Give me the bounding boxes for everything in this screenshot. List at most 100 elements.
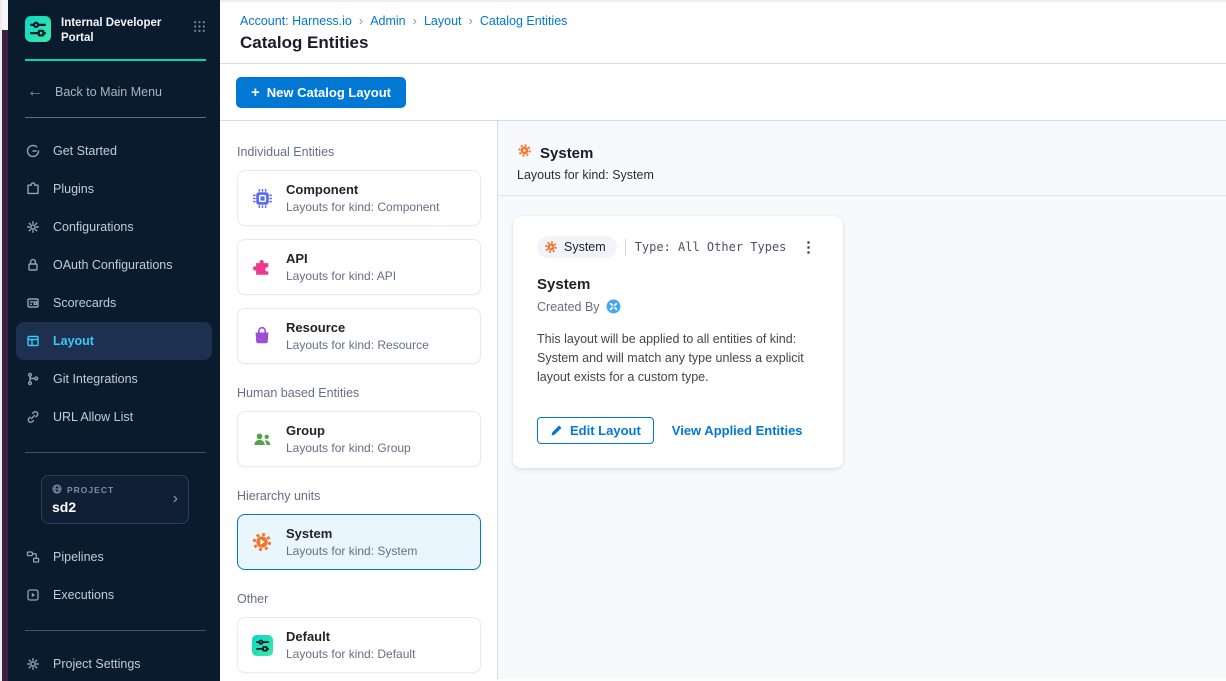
sidebar-item-get-started[interactable]: Get Started (8, 132, 220, 170)
sidebar-item-label: Pipelines (53, 550, 104, 564)
new-catalog-layout-label: New Catalog Layout (267, 85, 391, 100)
project-icon (52, 484, 62, 496)
back-label: Back to Main Menu (55, 85, 162, 99)
nav-grid-icon[interactable] (193, 20, 206, 36)
breadcrumb-admin[interactable]: Admin (370, 14, 405, 28)
entity-title: API (286, 251, 396, 266)
action-bar: + New Catalog Layout (220, 64, 1226, 121)
sidebar-item-label: Plugins (53, 182, 94, 196)
configurations-icon (25, 219, 41, 235)
window-edge (0, 0, 8, 681)
sidebar-item-label: Project Settings (53, 657, 141, 671)
entity-card-default[interactable]: Default Layouts for kind: Default (237, 617, 481, 673)
breadcrumb-separator: › (469, 13, 473, 28)
entity-subtitle: Layouts for kind: Group (286, 441, 411, 455)
get-started-icon (25, 143, 41, 159)
component-icon (251, 187, 273, 209)
system-gear-icon (517, 143, 532, 163)
plus-icon: + (251, 84, 260, 101)
detail-title: System (540, 145, 593, 162)
project-label: PROJECT (67, 485, 114, 495)
app-title: Internal Developer Portal (61, 16, 173, 46)
page-title: Catalog Entities (240, 33, 1226, 53)
sidebar-item-layout[interactable]: Layout (16, 322, 212, 360)
entity-subtitle: Layouts for kind: System (286, 544, 417, 558)
detail-subtitle: Layouts for kind: System (517, 168, 1226, 182)
entity-card-component[interactable]: Component Layouts for kind: Component (237, 170, 481, 226)
entity-title: Resource (286, 320, 429, 335)
breadcrumb-separator: › (359, 13, 363, 28)
group-label-human-based-entities: Human based Entities (237, 386, 481, 400)
layout-card: System Type: All Other Types ⋮ System Cr… (513, 216, 843, 468)
executions-icon (25, 587, 41, 603)
system-gear-icon (251, 531, 273, 553)
sidebar-settings-nav: Project Settings (8, 645, 220, 681)
sidebar-divider (25, 117, 206, 118)
gear-icon (25, 656, 41, 672)
pencil-icon (550, 424, 563, 437)
sidebar-item-label: Layout (53, 334, 94, 348)
created-by-label: Created By (537, 300, 600, 314)
kind-chip-label: System (564, 240, 606, 254)
lock-icon (25, 257, 41, 273)
kebab-menu-icon[interactable]: ⋮ (798, 240, 819, 255)
sidebar-item-url-allow-list[interactable]: URL Allow List (8, 398, 220, 436)
sidebar-item-label: Executions (53, 588, 114, 602)
vertical-divider (625, 238, 626, 256)
resource-icon (251, 325, 273, 347)
sidebar-header: Internal Developer Portal (8, 0, 220, 46)
entity-title: Component (286, 182, 439, 197)
sidebar-project-nav: Pipelines Executions (8, 538, 220, 614)
sidebar-item-pipelines[interactable]: Pipelines (8, 538, 220, 576)
breadcrumb: Account: Harness.io › Admin › Layout › C… (240, 13, 1226, 28)
breadcrumb-separator: › (413, 13, 417, 28)
sidebar-item-executions[interactable]: Executions (8, 576, 220, 614)
sidebar-item-label: URL Allow List (53, 410, 133, 424)
sidebar-item-git-integrations[interactable]: Git Integrations (8, 360, 220, 398)
view-applied-entities-link[interactable]: View Applied Entities (672, 423, 803, 438)
breadcrumb-layout[interactable]: Layout (424, 14, 462, 28)
group-icon (251, 428, 273, 450)
new-catalog-layout-button[interactable]: + New Catalog Layout (236, 77, 406, 108)
sidebar-item-scorecards[interactable]: Scorecards (8, 284, 220, 322)
harness-avatar-icon (606, 299, 621, 314)
sidebar-divider (25, 452, 206, 453)
sidebar-item-label: Scorecards (53, 296, 116, 310)
main-area: Account: Harness.io › Admin › Layout › C… (220, 0, 1226, 681)
scorecards-icon (25, 295, 41, 311)
sidebar-item-label: OAuth Configurations (53, 258, 173, 272)
edit-layout-button[interactable]: Edit Layout (537, 417, 654, 444)
entity-list: Individual Entities Component Layouts fo… (220, 121, 498, 679)
pipelines-icon (25, 549, 41, 565)
project-selector[interactable]: PROJECT sd2 › (41, 475, 189, 524)
entity-title: System (286, 526, 417, 541)
plugins-icon (25, 181, 41, 197)
sidebar-item-label: Get Started (53, 144, 117, 158)
back-arrow-icon: ← (27, 83, 43, 101)
back-to-main-menu[interactable]: ← Back to Main Menu (8, 61, 220, 101)
edit-layout-label: Edit Layout (570, 423, 641, 438)
sidebar-item-label: Configurations (53, 220, 134, 234)
entity-card-group[interactable]: Group Layouts for kind: Group (237, 411, 481, 467)
detail-panel: System Layouts for kind: System (498, 121, 1226, 679)
sidebar-divider (25, 630, 206, 631)
layout-icon (25, 333, 41, 349)
git-branch-icon (25, 371, 41, 387)
chevron-right-icon: › (173, 490, 178, 508)
breadcrumb-catalog-entities[interactable]: Catalog Entities (480, 14, 568, 28)
system-gear-icon (544, 240, 558, 254)
api-icon (251, 256, 273, 278)
sidebar-item-project-settings[interactable]: Project Settings (8, 645, 220, 681)
sidebar-item-plugins[interactable]: Plugins (8, 170, 220, 208)
entity-title: Default (286, 629, 415, 644)
link-icon (25, 409, 41, 425)
sidebar-item-configurations[interactable]: Configurations (8, 208, 220, 246)
default-idp-icon (251, 634, 273, 656)
sidebar-item-oauth-configurations[interactable]: OAuth Configurations (8, 246, 220, 284)
entity-card-api[interactable]: API Layouts for kind: API (237, 239, 481, 295)
sidebar-nav: Get Started Plugins Configurations OAut (8, 132, 220, 436)
entity-subtitle: Layouts for kind: Component (286, 200, 439, 214)
entity-card-resource[interactable]: Resource Layouts for kind: Resource (237, 308, 481, 364)
entity-card-system[interactable]: System Layouts for kind: System (237, 514, 481, 570)
breadcrumb-account[interactable]: Account: Harness.io (240, 14, 352, 28)
